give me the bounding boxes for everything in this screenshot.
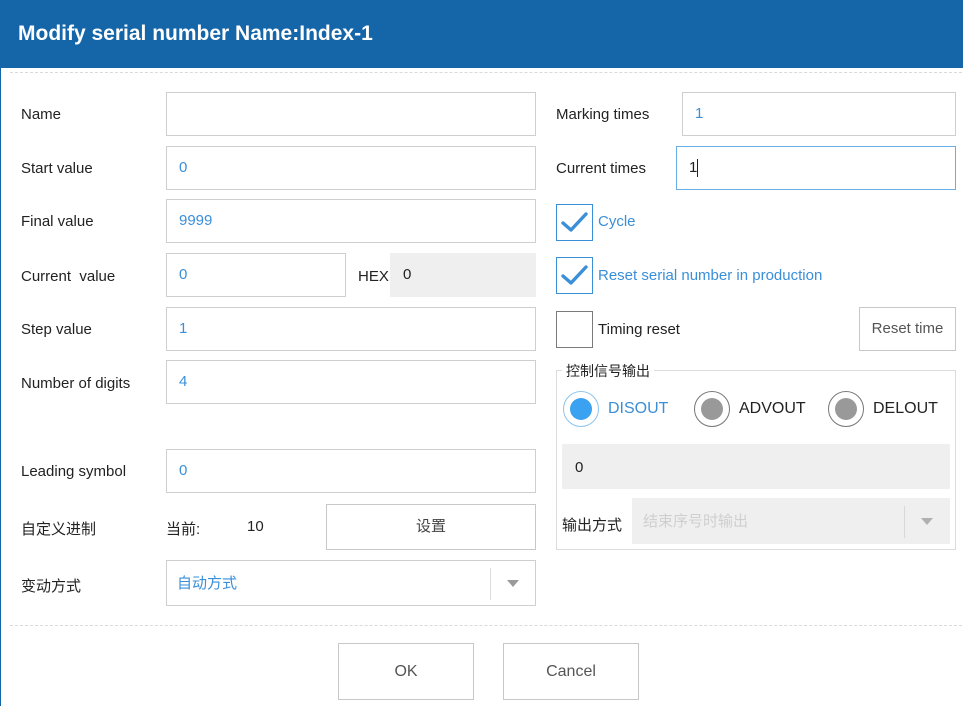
current-base-value: 10 — [247, 518, 264, 535]
leading-symbol-label: Leading symbol — [21, 463, 127, 480]
output-mode-label: 输出方式 — [562, 517, 623, 534]
disout-label[interactable]: DISOUT — [608, 400, 668, 418]
output-mode-value: 结束序号时输出 — [643, 513, 749, 530]
leading-symbol-field[interactable]: 0 — [166, 449, 536, 493]
disout-radio[interactable] — [563, 391, 599, 427]
name-label: Name — [21, 106, 62, 123]
number-of-digits-label: Number of digits — [21, 375, 131, 392]
marking-times-label: Marking times — [556, 106, 650, 123]
dialog-left-border — [0, 68, 8, 706]
advout-label[interactable]: ADVOUT — [739, 400, 806, 418]
radio-dot — [701, 398, 723, 420]
reset-in-production-checkbox[interactable] — [556, 257, 593, 294]
dropdown-separator — [904, 506, 905, 538]
start-value-field[interactable]: 0 — [166, 146, 536, 190]
change-mode-label: 变动方式 — [21, 578, 82, 595]
timing-reset-checkbox[interactable] — [556, 311, 593, 348]
reset-in-production-label[interactable]: Reset serial number in production — [598, 267, 822, 284]
checkmark-icon — [561, 212, 588, 232]
custom-base-label: 自定义进制 — [21, 521, 97, 538]
top-divider — [10, 72, 962, 73]
chevron-down-icon[interactable] — [507, 580, 519, 587]
current-value-field[interactable]: 0 — [166, 253, 346, 297]
set-base-button[interactable]: 设置 — [326, 504, 536, 550]
step-value-label: Step value — [21, 321, 92, 338]
cancel-button[interactable]: Cancel — [503, 643, 639, 700]
advout-radio[interactable] — [694, 391, 730, 427]
delout-radio[interactable] — [828, 391, 864, 427]
control-signal-legend: 控制信号输出 — [562, 361, 654, 381]
output-mode-dropdown: 结束序号时输出 — [632, 498, 950, 544]
current-base-label: 当前: — [166, 521, 201, 538]
text-cursor — [697, 159, 699, 178]
hex-label: HEX — [358, 268, 389, 285]
current-value-label: Current value — [21, 268, 116, 285]
final-value-field[interactable]: 9999 — [166, 199, 536, 243]
name-field[interactable] — [166, 92, 536, 136]
current-times-value: 1 — [689, 159, 698, 176]
ok-button[interactable]: OK — [338, 643, 474, 700]
delout-label[interactable]: DELOUT — [873, 400, 938, 418]
footer-divider — [10, 625, 962, 626]
current-times-label: Current times — [556, 160, 647, 177]
cycle-label[interactable]: Cycle — [598, 213, 636, 230]
marking-times-field[interactable]: 1 — [682, 92, 956, 136]
checkmark-icon — [561, 265, 588, 285]
signal-value-field: 0 — [562, 444, 950, 489]
step-value-field[interactable]: 1 — [166, 307, 536, 351]
final-value-label: Final value — [21, 213, 94, 230]
start-value-label: Start value — [21, 160, 93, 177]
chevron-down-icon — [921, 518, 933, 525]
change-mode-dropdown[interactable]: 自动方式 — [166, 560, 536, 606]
hex-value-field: 0 — [390, 253, 536, 297]
dialog-title: Modify serial number Name:Index-1 — [0, 0, 963, 68]
reset-time-button[interactable]: Reset time — [859, 307, 956, 351]
radio-dot — [835, 398, 857, 420]
change-mode-value: 自动方式 — [177, 575, 238, 592]
radio-dot — [570, 398, 592, 420]
timing-reset-label[interactable]: Timing reset — [598, 321, 680, 338]
cycle-checkbox[interactable] — [556, 204, 593, 241]
dropdown-separator — [490, 568, 491, 600]
number-of-digits-field[interactable]: 4 — [166, 360, 536, 404]
current-times-field[interactable]: 1 — [676, 146, 956, 190]
